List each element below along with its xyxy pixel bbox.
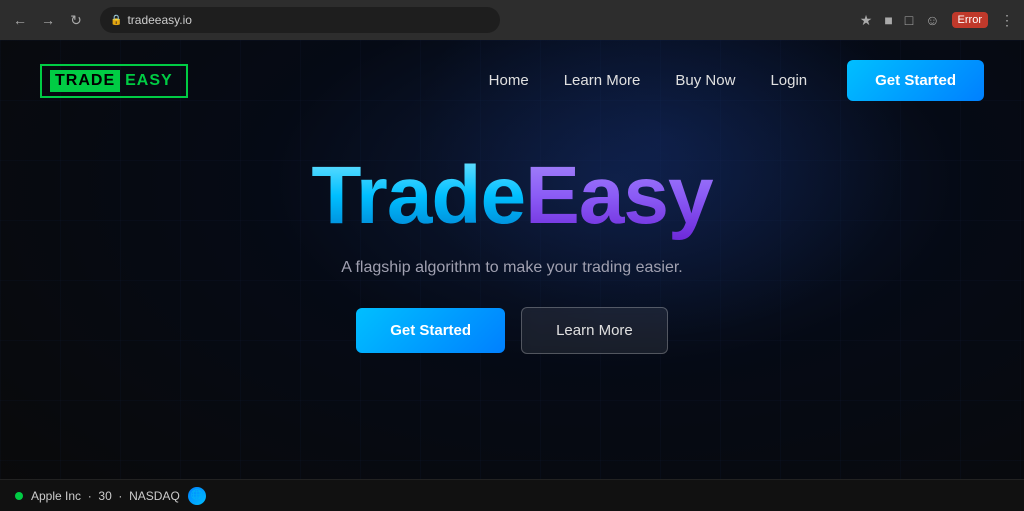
hero-learn-more-button[interactable]: Learn More xyxy=(521,307,668,354)
ticker-value: 30 xyxy=(98,489,111,503)
nav-get-started-button[interactable]: Get Started xyxy=(847,60,984,101)
logo: TRADE EASY xyxy=(40,64,188,98)
address-bar[interactable]: 🔒 tradeeasy.io xyxy=(100,7,500,33)
lock-icon: 🔒 xyxy=(110,15,122,26)
hero-title-easy: Easy xyxy=(525,150,713,241)
bookmark-icon[interactable]: ★ xyxy=(860,12,873,29)
hero-title: TradeEasy xyxy=(311,151,712,241)
browser-right-icons: ★ ■ □ ☺ Error ⋮ xyxy=(860,12,1014,29)
logo-easy: EASY xyxy=(120,70,178,92)
ticker-globe-icon[interactable]: 🌐 xyxy=(188,487,206,505)
hero-title-trade: Trade xyxy=(311,150,525,241)
ticker-text: Apple Inc · 30 · NASDAQ xyxy=(31,489,180,503)
extensions-icon[interactable]: ■ xyxy=(884,12,892,28)
menu-icon[interactable]: ⋮ xyxy=(1000,12,1014,29)
ticker-dot xyxy=(15,492,23,500)
error-badge: Error xyxy=(952,12,988,28)
nav-learn-more[interactable]: Learn More xyxy=(564,72,641,89)
hero-buttons: Get Started Learn More xyxy=(356,307,668,354)
back-button[interactable]: ← xyxy=(10,10,30,30)
url-text: tradeeasy.io xyxy=(127,13,191,27)
tabs-icon[interactable]: □ xyxy=(905,12,913,28)
ticker-exchange: NASDAQ xyxy=(129,489,180,503)
ticker-company: Apple Inc xyxy=(31,489,81,503)
logo-trade: TRADE xyxy=(50,70,120,92)
nav-buy-now[interactable]: Buy Now xyxy=(675,72,735,89)
hero-section: TradeEasy A flagship algorithm to make y… xyxy=(0,151,1024,354)
nav-home[interactable]: Home xyxy=(489,72,529,89)
browser-chrome: ← → ↻ 🔒 tradeeasy.io ★ ■ □ ☺ Error ⋮ xyxy=(0,0,1024,40)
refresh-button[interactable]: ↻ xyxy=(66,10,86,30)
nav-login[interactable]: Login xyxy=(770,72,807,89)
hero-subtitle: A flagship algorithm to make your tradin… xyxy=(341,259,683,277)
nav-links: Home Learn More Buy Now Login xyxy=(489,72,807,89)
ticker-bar: Apple Inc · 30 · NASDAQ 🌐 xyxy=(0,479,1024,511)
profile-icon[interactable]: ☺ xyxy=(925,12,939,28)
forward-button[interactable]: → xyxy=(38,10,58,30)
navbar: TRADE EASY Home Learn More Buy Now Login… xyxy=(0,40,1024,121)
website-content: TRADE EASY Home Learn More Buy Now Login… xyxy=(0,40,1024,511)
hero-get-started-button[interactable]: Get Started xyxy=(356,308,505,353)
